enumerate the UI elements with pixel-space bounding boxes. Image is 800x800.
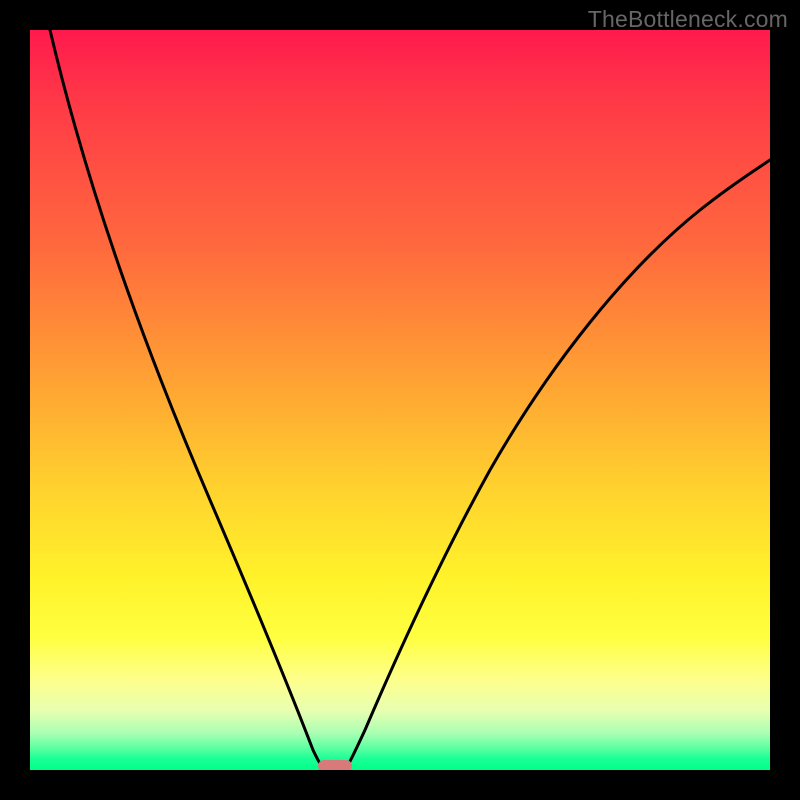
curve-left xyxy=(50,30,326,770)
curve-right xyxy=(344,160,770,770)
curve-layer xyxy=(30,30,770,770)
watermark-text: TheBottleneck.com xyxy=(588,6,788,33)
chart-frame: TheBottleneck.com xyxy=(0,0,800,800)
plot-area xyxy=(30,30,770,770)
minimum-marker xyxy=(318,760,352,770)
